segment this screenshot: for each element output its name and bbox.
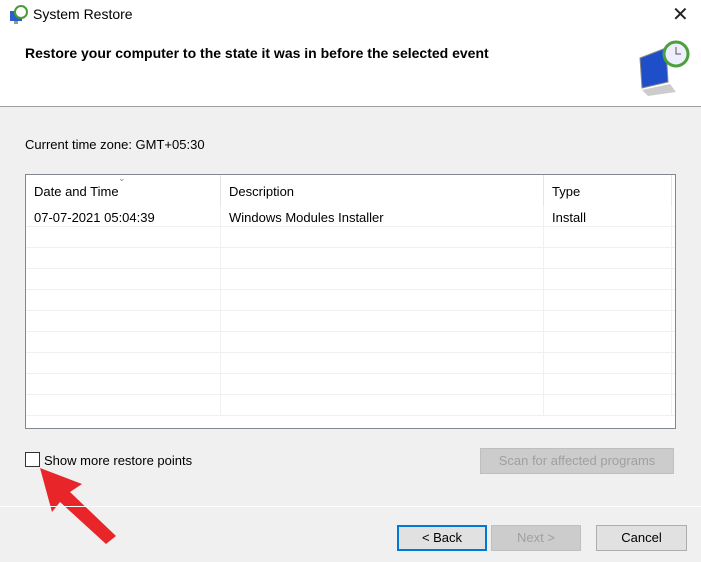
empty-cell: [221, 353, 544, 373]
empty-cell: [26, 332, 221, 352]
window-title: System Restore: [33, 6, 133, 22]
close-icon[interactable]: ✕: [672, 2, 689, 27]
empty-cell: [221, 269, 544, 289]
empty-table-row: [26, 290, 675, 311]
empty-cell: [544, 269, 672, 289]
empty-table-row: [26, 395, 675, 416]
back-button[interactable]: < Back: [397, 525, 487, 551]
cell-description: Windows Modules Installer: [221, 206, 544, 226]
restore-monitor-icon: [639, 40, 690, 96]
empty-cell: [26, 269, 221, 289]
system-restore-icon: [10, 5, 28, 24]
column-header-description[interactable]: Description: [221, 175, 544, 206]
empty-table-row: [26, 353, 675, 374]
empty-cell: [544, 248, 672, 268]
empty-cell: [26, 311, 221, 331]
empty-cell: [544, 353, 672, 373]
empty-table-row: [26, 311, 675, 332]
empty-cell: [221, 290, 544, 310]
empty-cell: [221, 248, 544, 268]
column-header-type[interactable]: Type: [544, 175, 672, 206]
table-header: Date and Time Description Type ⌄: [26, 175, 675, 206]
empty-cell: [544, 395, 672, 415]
footer-divider: [0, 506, 701, 507]
empty-cell: [221, 311, 544, 331]
scan-affected-programs-button[interactable]: Scan for affected programs: [480, 448, 674, 474]
empty-table-row: [26, 248, 675, 269]
empty-table-row: [26, 374, 675, 395]
next-button[interactable]: Next >: [491, 525, 581, 551]
empty-table-row: [26, 227, 675, 248]
timezone-label: Current time zone: GMT+05:30: [25, 137, 205, 152]
sort-chevron-icon: ⌄: [118, 174, 126, 183]
empty-cell: [544, 290, 672, 310]
table-row[interactable]: 07-07-2021 05:04:39 Windows Modules Inst…: [26, 206, 675, 227]
empty-cell: [221, 395, 544, 415]
empty-cell: [26, 248, 221, 268]
empty-cell: [26, 353, 221, 373]
empty-cell: [544, 227, 672, 247]
empty-cell: [544, 332, 672, 352]
empty-cell: [26, 374, 221, 394]
empty-cell: [221, 332, 544, 352]
empty-table-row: [26, 269, 675, 290]
empty-cell: [26, 290, 221, 310]
page-heading: Restore your computer to the state it wa…: [25, 45, 489, 61]
cancel-button[interactable]: Cancel: [596, 525, 687, 551]
empty-cell: [544, 374, 672, 394]
empty-cell: [26, 227, 221, 247]
empty-cell: [221, 374, 544, 394]
empty-cell: [221, 227, 544, 247]
empty-cell: [26, 395, 221, 415]
cell-type: Install: [544, 206, 672, 226]
restore-points-table[interactable]: Date and Time Description Type ⌄ 07-07-2…: [25, 174, 676, 429]
empty-cell: [544, 311, 672, 331]
cell-date: 07-07-2021 05:04:39: [26, 206, 221, 226]
empty-table-row: [26, 332, 675, 353]
